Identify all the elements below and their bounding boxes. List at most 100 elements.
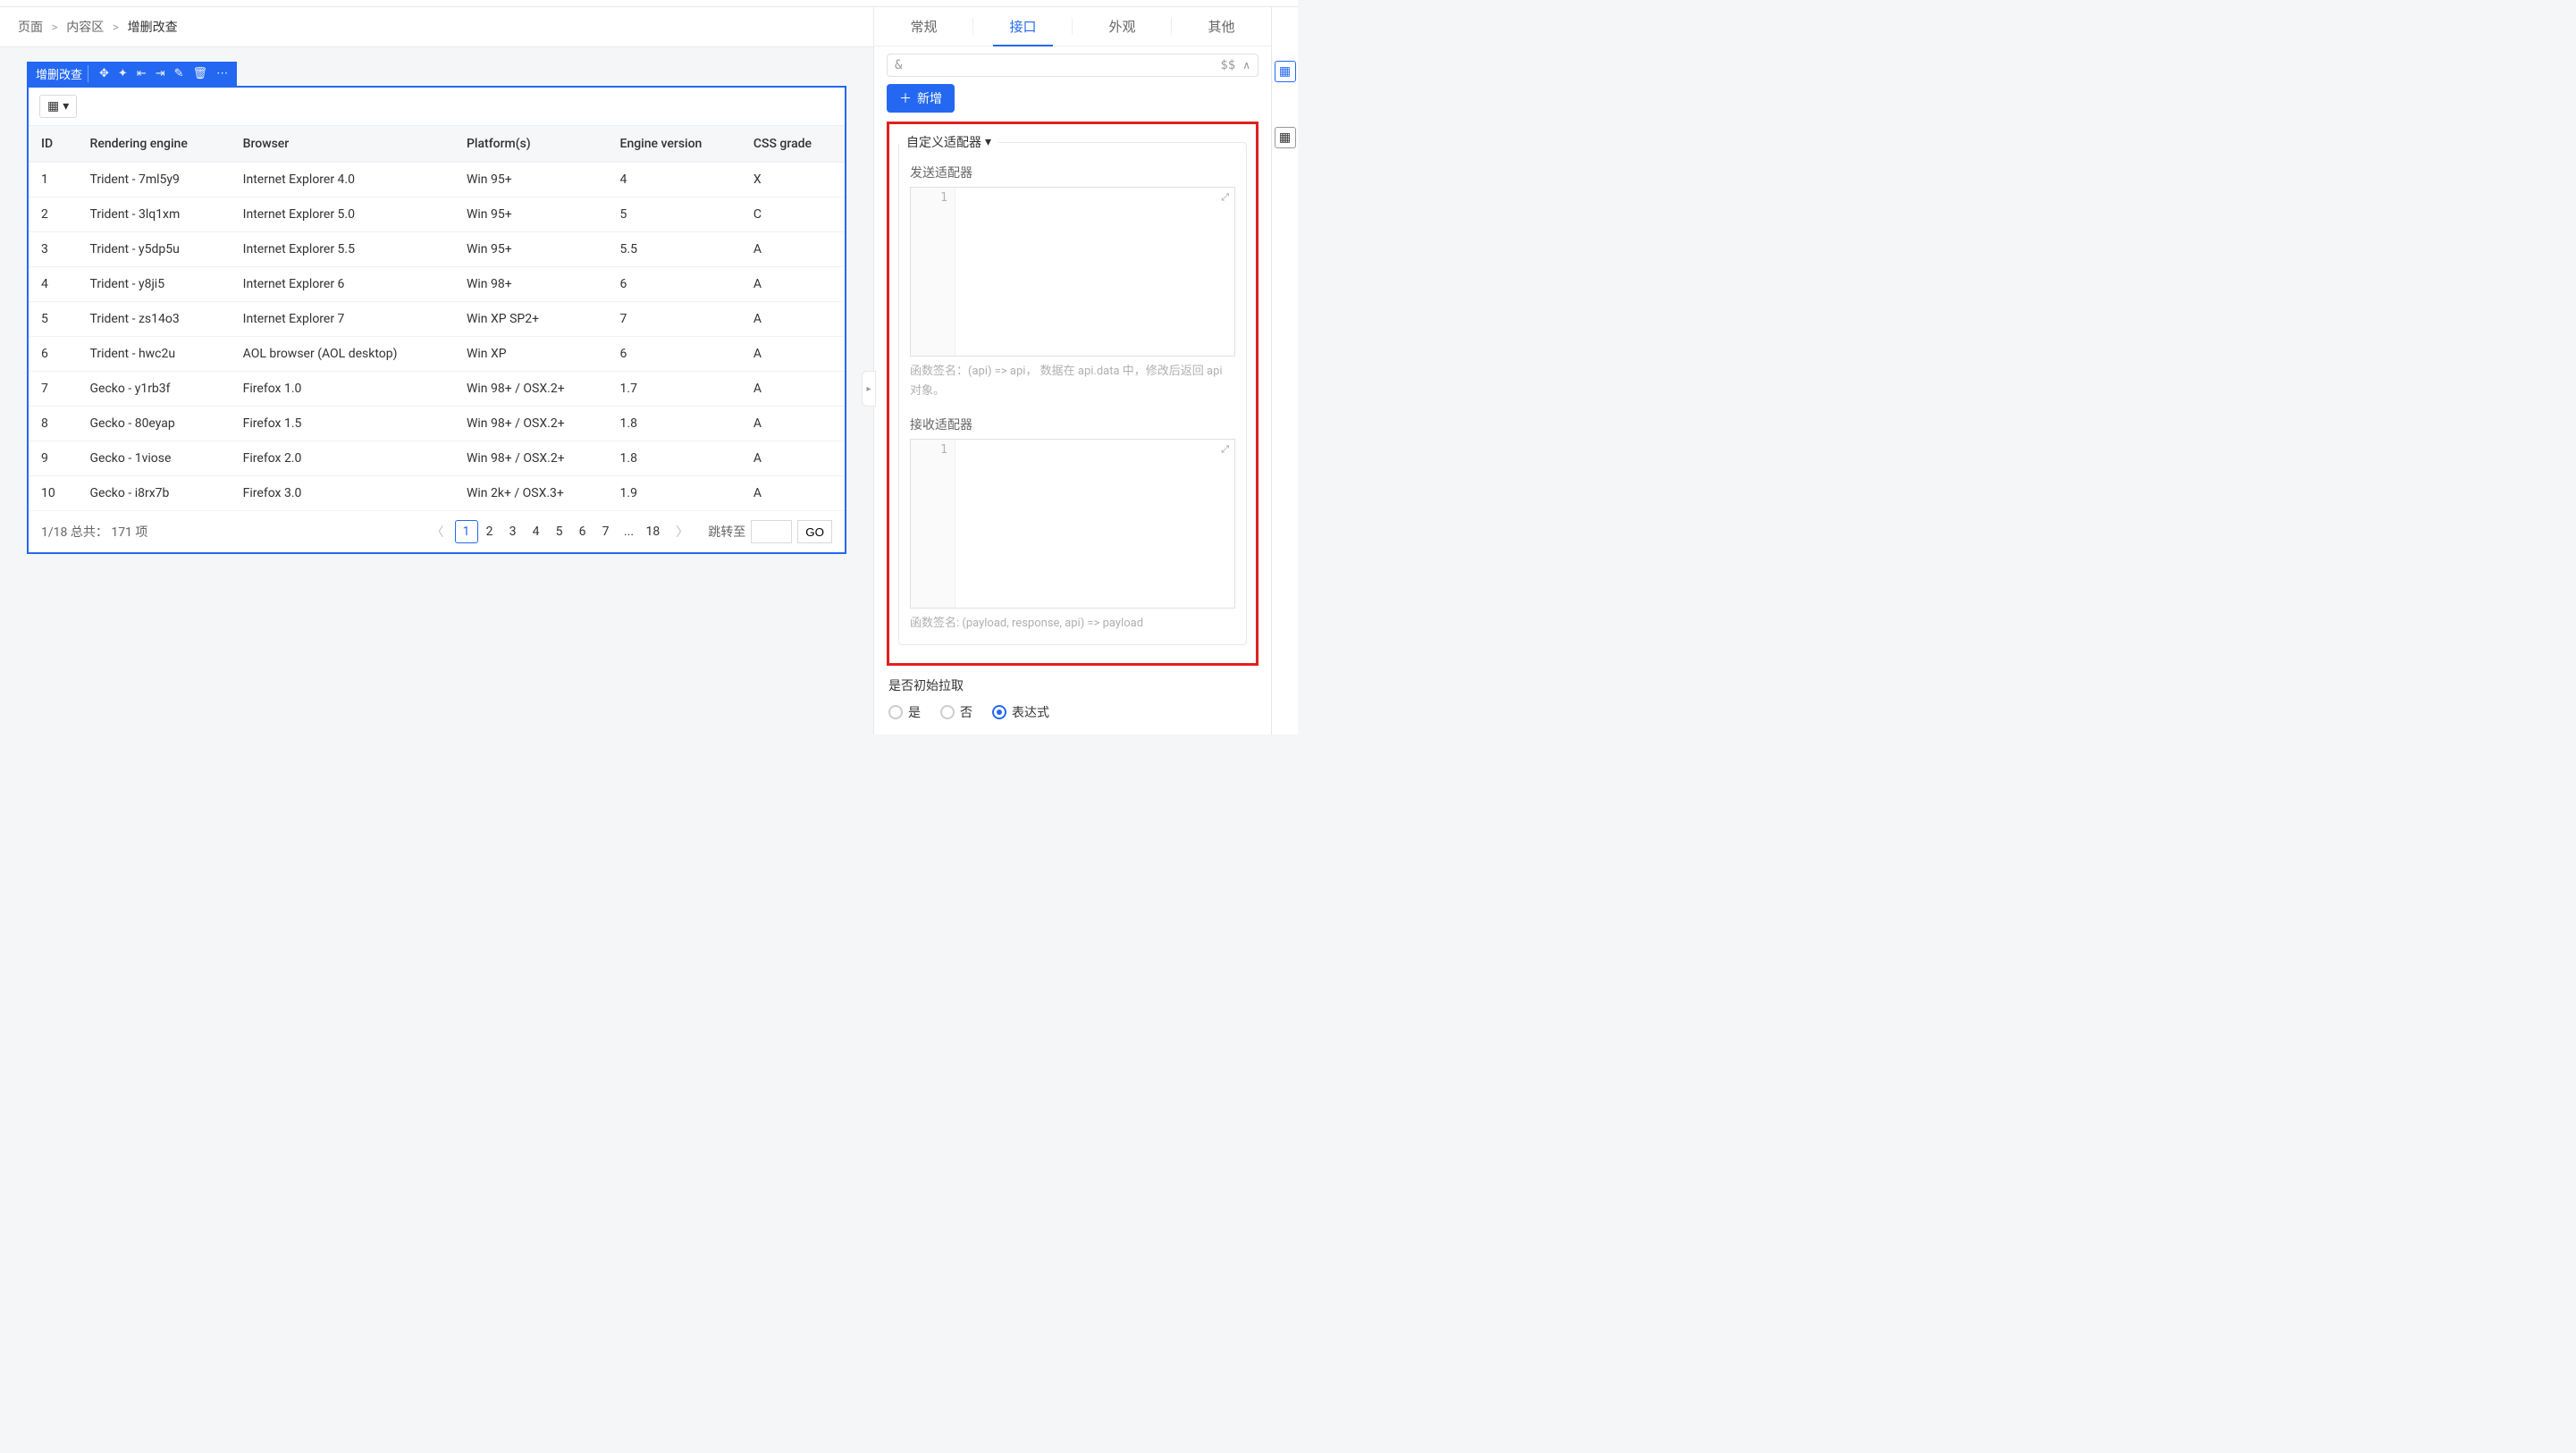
radio-option[interactable]: 表达式 bbox=[992, 703, 1049, 721]
add-button[interactable]: ＋ 新增 bbox=[887, 84, 955, 113]
table-header-cell[interactable]: CSS grade bbox=[741, 126, 845, 163]
page-number[interactable]: 4 bbox=[525, 520, 548, 543]
table-cell: 7 bbox=[29, 372, 78, 407]
page-number[interactable]: 6 bbox=[571, 520, 594, 543]
panel-tab[interactable]: 常规 bbox=[874, 7, 973, 46]
expression-input-row[interactable]: & $$ ∧ bbox=[887, 54, 1259, 77]
table-header-cell[interactable]: Platform(s) bbox=[454, 126, 608, 163]
expand-icon[interactable]: ⤢ bbox=[1221, 443, 1229, 456]
next-page-icon[interactable]: 〉 bbox=[670, 523, 694, 541]
page-number[interactable]: 1 bbox=[455, 520, 478, 543]
table-cell: Gecko - y1rb3f bbox=[78, 372, 231, 407]
table-header-cell[interactable]: Engine version bbox=[608, 126, 741, 163]
table-cell: A bbox=[741, 372, 845, 407]
component-tag[interactable]: 增删改查 ✥ ✦ ⇤ ⇥ ✎ 🗑 ⋯ bbox=[27, 62, 237, 86]
table-cell: Trident - zs14o3 bbox=[78, 302, 231, 337]
jump-input[interactable] bbox=[751, 520, 792, 543]
table-cell: 1.8 bbox=[608, 441, 741, 476]
breadcrumb-item[interactable]: 内容区 bbox=[66, 21, 104, 35]
radio-option[interactable]: 否 bbox=[940, 703, 972, 721]
table-cell: Win 95+ bbox=[454, 232, 608, 267]
grid-icon[interactable]: ▦ bbox=[1275, 127, 1296, 148]
page-number[interactable]: 7 bbox=[594, 520, 618, 543]
table-cell: Firefox 1.0 bbox=[231, 372, 454, 407]
table-cell: Win XP bbox=[454, 337, 608, 372]
table-row[interactable]: 9Gecko - 1vioseFirefox 2.0Win 98+ / OSX.… bbox=[29, 441, 845, 476]
table-cell: A bbox=[741, 441, 845, 476]
right-collapse-handle[interactable]: ▸ bbox=[862, 371, 876, 407]
align-left-icon[interactable]: ⇤ bbox=[137, 67, 147, 80]
table-header-cell[interactable]: Browser bbox=[231, 126, 454, 163]
init-fetch-radios: 是 否 表达式 bbox=[887, 701, 1259, 735]
send-adapter-label: 发送适配器 bbox=[910, 164, 1235, 181]
panel-tab[interactable]: 接口 bbox=[973, 7, 1073, 46]
prev-page-icon[interactable]: 〈 bbox=[426, 523, 450, 541]
layout-icon[interactable]: ▦ bbox=[1275, 61, 1296, 82]
expand-icon[interactable]: ⤢ bbox=[1221, 191, 1229, 204]
expression-input[interactable] bbox=[909, 59, 1213, 72]
page-number[interactable]: 2 bbox=[478, 520, 501, 543]
radio-dot bbox=[940, 705, 955, 719]
table-row[interactable]: 4Trident - y8ji5Internet Explorer 6Win 9… bbox=[29, 267, 845, 302]
delete-icon[interactable]: 🗑 bbox=[193, 67, 208, 80]
custom-adapter-legend[interactable]: 自定义适配器 ▾ bbox=[899, 133, 998, 151]
pagination: 〈 1234567...18 〉 跳转至 GO bbox=[426, 520, 832, 543]
edit-icon[interactable]: ✎ bbox=[174, 67, 184, 80]
table-cell: 3 bbox=[29, 232, 78, 267]
insert-icon[interactable]: ✦ bbox=[118, 67, 128, 80]
table-cell: 1.9 bbox=[608, 476, 741, 511]
move-icon[interactable]: ✥ bbox=[99, 67, 109, 80]
clear-icon[interactable]: ∧ bbox=[1242, 59, 1250, 71]
add-button-label: 新增 bbox=[917, 89, 942, 107]
page-number[interactable]: 3 bbox=[501, 520, 525, 543]
expr-prefix: & bbox=[895, 58, 902, 72]
recv-adapter-editor[interactable]: 1 ⤢ bbox=[910, 439, 1235, 609]
table-cell: Internet Explorer 7 bbox=[231, 302, 454, 337]
table-cell: 7 bbox=[608, 302, 741, 337]
align-right-icon[interactable]: ⇥ bbox=[156, 67, 165, 80]
table-row[interactable]: 2Trident - 3lq1xmInternet Explorer 5.0Wi… bbox=[29, 197, 845, 232]
radio-dot bbox=[992, 705, 1006, 719]
table-row[interactable]: 1Trident - 7ml5y9Internet Explorer 4.0Wi… bbox=[29, 163, 845, 197]
table-row[interactable]: 8Gecko - 80eyapFirefox 1.5Win 98+ / OSX.… bbox=[29, 407, 845, 441]
more-icon[interactable]: ⋯ bbox=[216, 67, 228, 80]
table-cell: Win 95+ bbox=[454, 197, 608, 232]
table-cell: X bbox=[741, 163, 845, 197]
go-button[interactable]: GO bbox=[797, 520, 832, 543]
table-row[interactable]: 10Gecko - i8rx7bFirefox 3.0Win 2k+ / OSX… bbox=[29, 476, 845, 511]
panel-tab[interactable]: 其他 bbox=[1172, 7, 1271, 46]
table-cell: Trident - y5dp5u bbox=[78, 232, 231, 267]
table-row[interactable]: 3Trident - y5dp5uInternet Explorer 5.5Wi… bbox=[29, 232, 845, 267]
selected-component[interactable]: ▦ ▾ IDRendering engineBrowserPlatform(s)… bbox=[27, 86, 846, 554]
radio-option[interactable]: 是 bbox=[888, 703, 921, 721]
send-adapter-editor[interactable]: 1 ⤢ bbox=[910, 187, 1235, 357]
breadcrumb-sep: > bbox=[51, 21, 57, 35]
table-row[interactable]: 6Trident - hwc2uAOL browser (AOL desktop… bbox=[29, 337, 845, 372]
table-cell: C bbox=[741, 197, 845, 232]
page-number[interactable]: 18 bbox=[641, 520, 666, 543]
recv-adapter-hint: 函数签名: (payload, response, api) => payloa… bbox=[910, 614, 1235, 634]
page-number[interactable]: 5 bbox=[548, 520, 571, 543]
table-header-cell[interactable]: Rendering engine bbox=[78, 126, 231, 163]
table-cell: Gecko - 1viose bbox=[78, 441, 231, 476]
send-adapter-hint: 函数签名：(api) => api， 数据在 api.data 中，修改后返回 … bbox=[910, 362, 1235, 401]
table-cell: Trident - 7ml5y9 bbox=[78, 163, 231, 197]
table-cell: 5 bbox=[29, 302, 78, 337]
table-cell: 5 bbox=[608, 197, 741, 232]
columns-toggle-button[interactable]: ▦ ▾ bbox=[39, 95, 77, 118]
table-cell: 6 bbox=[29, 337, 78, 372]
data-table: IDRendering engineBrowserPlatform(s)Engi… bbox=[29, 126, 845, 511]
table-cell: Trident - 3lq1xm bbox=[78, 197, 231, 232]
table-header-cell[interactable]: ID bbox=[29, 126, 78, 163]
table-cell: Firefox 3.0 bbox=[231, 476, 454, 511]
table-cell: Win 98+ / OSX.2+ bbox=[454, 441, 608, 476]
breadcrumb-item[interactable]: 页面 bbox=[18, 21, 43, 35]
table-cell: Win XP SP2+ bbox=[454, 302, 608, 337]
table-cell: A bbox=[741, 302, 845, 337]
table-row[interactable]: 7Gecko - y1rb3fFirefox 1.0Win 98+ / OSX.… bbox=[29, 372, 845, 407]
table-cell: Internet Explorer 4.0 bbox=[231, 163, 454, 197]
expr-suffix: $$ bbox=[1220, 58, 1235, 72]
panel-tab[interactable]: 外观 bbox=[1073, 7, 1172, 46]
table-cell: 1.8 bbox=[608, 407, 741, 441]
table-row[interactable]: 5Trident - zs14o3Internet Explorer 7Win … bbox=[29, 302, 845, 337]
